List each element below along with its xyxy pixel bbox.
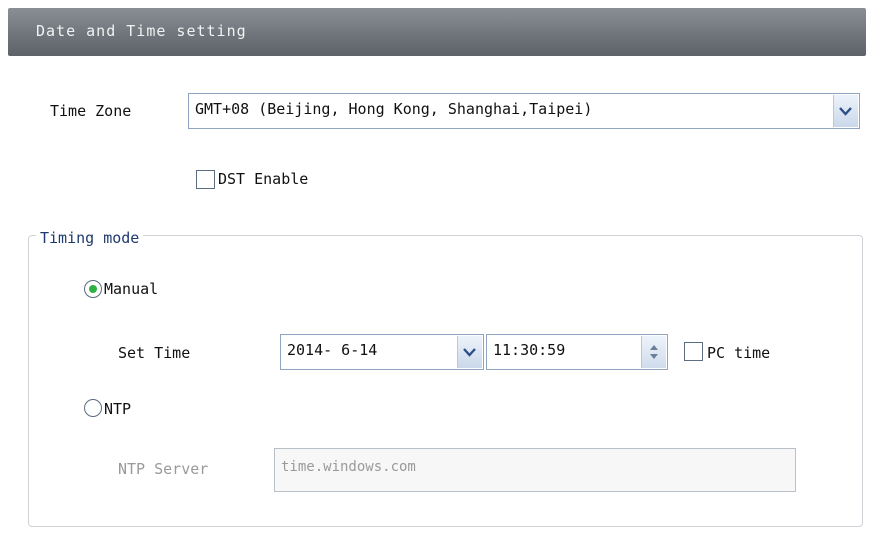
time-zone-label: Time Zone — [50, 102, 132, 120]
pc-time-label: PC time — [707, 344, 771, 362]
time-spinner[interactable] — [641, 336, 666, 368]
section-title: Date and Time setting — [36, 22, 247, 40]
time-input[interactable]: 11:30:59 — [486, 334, 668, 370]
ntp-server-label: NTP Server — [118, 460, 209, 478]
time-zone-select[interactable]: GMT+08 (Beijing, Hong Kong, Shanghai,Tai… — [188, 93, 860, 129]
chevron-down-icon — [839, 107, 852, 116]
pc-time-checkbox[interactable] — [684, 342, 703, 361]
section-title-bar: Date and Time setting — [8, 8, 866, 56]
date-dropdown-button[interactable] — [457, 336, 482, 368]
time-zone-dropdown-button[interactable] — [833, 95, 858, 127]
dst-enable-checkbox[interactable] — [196, 170, 215, 189]
manual-label: Manual — [104, 280, 159, 298]
chevron-down-icon — [463, 348, 476, 357]
ntp-server-input[interactable]: time.windows.com — [274, 448, 796, 492]
ntp-radio[interactable] — [84, 399, 102, 417]
up-down-arrows-icon — [650, 345, 658, 359]
ntp-label: NTP — [104, 400, 132, 418]
time-zone-value: GMT+08 (Beijing, Hong Kong, Shanghai,Tai… — [195, 100, 593, 118]
time-value: 11:30:59 — [493, 341, 566, 359]
date-picker[interactable]: 2014- 6-14 — [280, 334, 484, 370]
manual-radio[interactable] — [84, 280, 102, 298]
ntp-server-value: time.windows.com — [281, 459, 416, 475]
timing-mode-legend: Timing mode — [36, 229, 144, 247]
dst-enable-label: DST Enable — [218, 170, 309, 188]
set-time-label: Set Time — [118, 344, 191, 362]
date-value: 2014- 6-14 — [287, 341, 378, 359]
